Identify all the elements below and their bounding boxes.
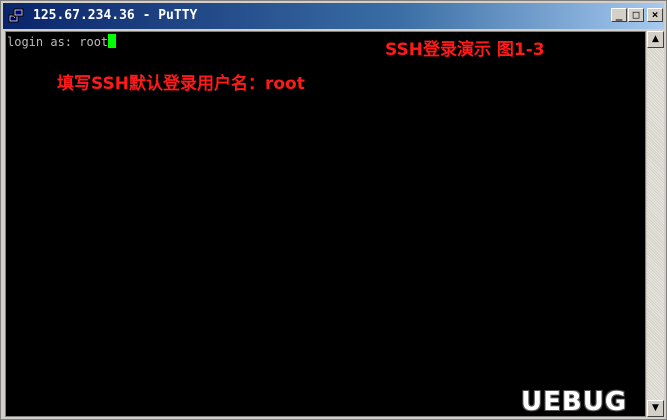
maximize-button[interactable]: □ <box>628 8 644 22</box>
text-cursor <box>108 34 117 48</box>
prompt-text: login as: root <box>7 35 109 49</box>
putty-window: 125.67.234.36 - PuTTY _ □ × login as: ro… <box>0 0 667 420</box>
vertical-scrollbar[interactable]: ▲ ▼ <box>647 31 664 417</box>
terminal-prompt-line: login as: root <box>7 34 117 50</box>
window-title: 125.67.234.36 - PuTTY <box>33 8 198 23</box>
annotation-caption: SSH登录演示 图1-3 <box>385 40 545 60</box>
close-button[interactable]: × <box>647 8 663 22</box>
annotation-instruction: 填写SSH默认登录用户名：root <box>57 74 305 94</box>
title-bar[interactable]: 125.67.234.36 - PuTTY _ □ × <box>3 3 664 29</box>
watermark-logo: UEBUG <box>513 385 663 417</box>
scrollbar-track[interactable] <box>647 48 664 400</box>
putty-icon <box>8 8 24 23</box>
minimize-button[interactable]: _ <box>611 8 627 22</box>
scroll-up-arrow-icon[interactable]: ▲ <box>647 31 664 48</box>
watermark-text: UEBUG <box>521 387 628 417</box>
